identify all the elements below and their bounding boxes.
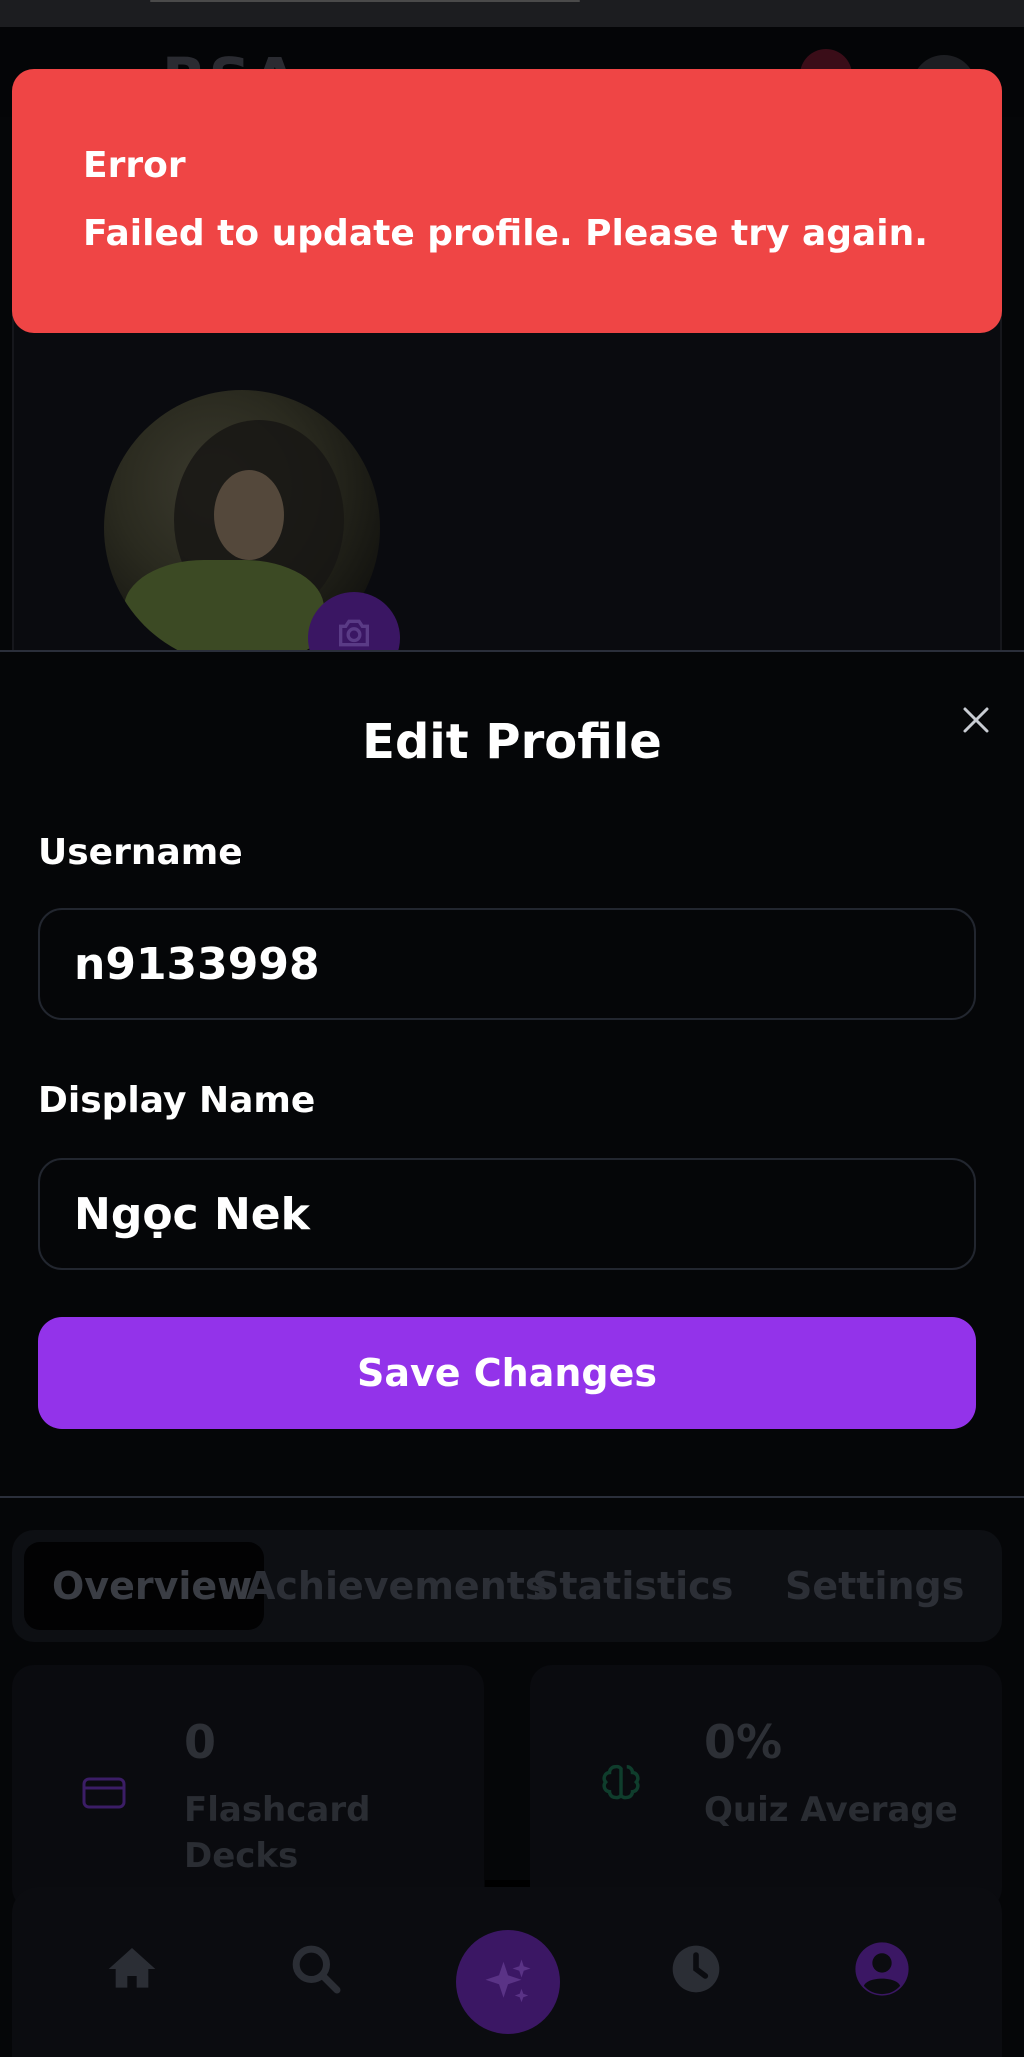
tab-achievements[interactable]: Achievements [246,1530,548,1642]
stat-card-flashcards: 0 Flashcard Decks [12,1665,484,1910]
save-changes-button[interactable]: Save Changes [38,1317,976,1429]
brain-icon [598,1761,644,1811]
display-name-label: Display Name [38,1080,316,1121]
stat-value: 0% [704,1715,783,1769]
status-pill [150,0,580,2]
stat-card-quiz: 0% Quiz Average [530,1665,1002,1910]
tab-settings[interactable]: Settings [785,1530,964,1642]
toast-title: Error [83,145,186,186]
profile-tabs: Overview Achievements Statistics Setting… [12,1530,1002,1642]
bottom-nav [12,1887,1002,2057]
tab-statistics[interactable]: Statistics [532,1530,733,1642]
sparkles-icon[interactable] [456,1930,560,2034]
home-icon[interactable] [100,1937,164,2001]
status-bar [0,0,1024,27]
toast-message: Failed to update profile. Please try aga… [83,213,928,254]
user-icon[interactable] [850,1937,914,2001]
clock-icon[interactable] [664,1937,728,2001]
stat-label: Quiz Average [704,1790,958,1830]
search-icon[interactable] [284,1937,348,2001]
tab-overview[interactable]: Overview [52,1530,252,1642]
modal-title: Edit Profile [362,714,662,770]
username-input[interactable] [38,908,976,1020]
stat-label: Flashcard Decks [184,1790,371,1876]
stat-value: 0 [184,1715,217,1769]
edit-profile-modal: Edit Profile Username Display Name Save … [0,650,1024,1498]
username-label: Username [38,832,243,873]
display-name-input[interactable] [38,1158,976,1270]
error-toast: Error Failed to update profile. Please t… [12,69,1002,333]
card-icon [82,1775,126,1815]
